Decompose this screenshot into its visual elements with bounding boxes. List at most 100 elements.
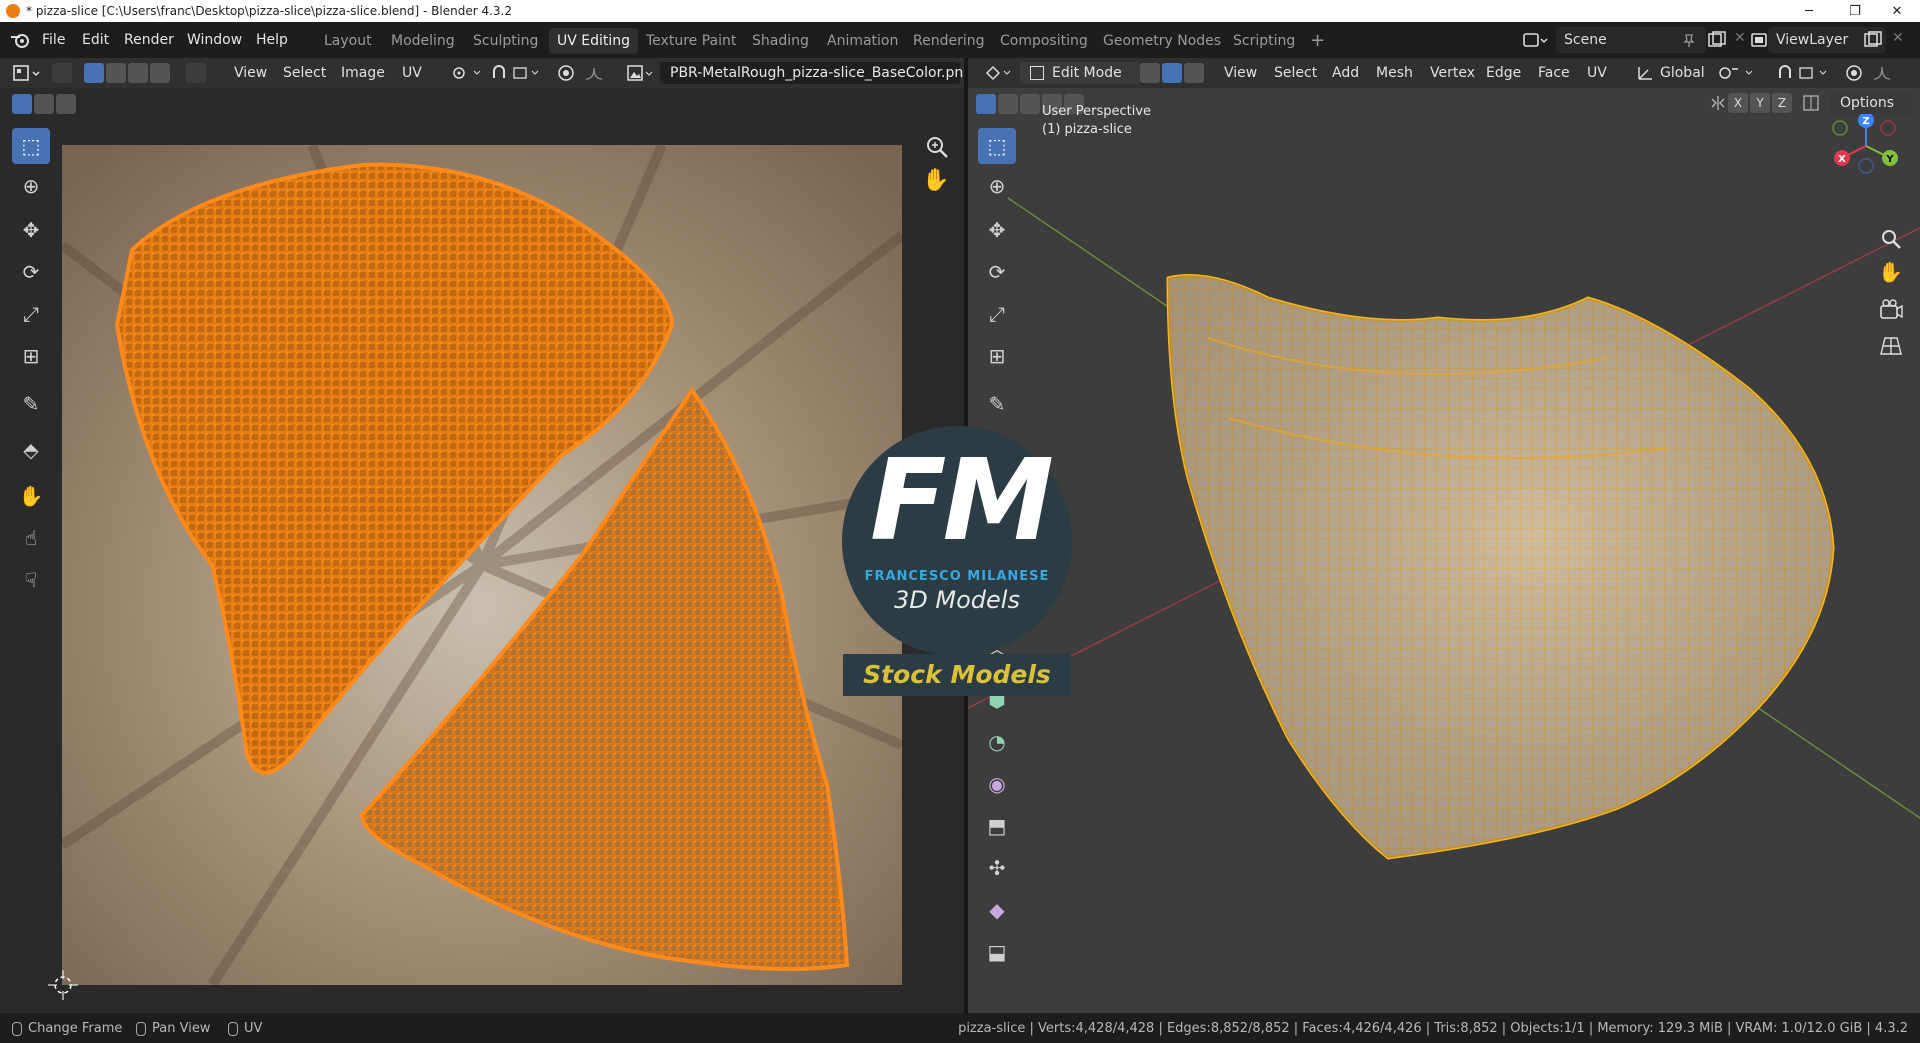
zoom-icon[interactable] — [922, 132, 952, 162]
maximize-button[interactable]: ❐ — [1832, 0, 1878, 22]
viewport-pan-icon[interactable]: ✋ — [1878, 260, 1903, 284]
mirror-y-toggle[interactable]: Y — [1750, 93, 1770, 113]
viewport-menu-add[interactable]: Add — [1332, 58, 1359, 88]
viewport-snap-icon[interactable] — [1776, 64, 1836, 82]
tab-uv-editing[interactable]: UV Editing — [549, 28, 639, 54]
options-dropdown[interactable]: Options — [1830, 92, 1912, 114]
tab-compositing[interactable]: Compositing — [992, 28, 1096, 54]
mode-dropdown[interactable]: Edit Mode — [1020, 62, 1140, 84]
uv-menu-image[interactable]: Image — [341, 58, 385, 88]
face-select-button[interactable] — [1184, 63, 1204, 83]
falloff-icon[interactable] — [584, 64, 618, 82]
tab-layout[interactable]: Layout — [316, 28, 380, 54]
new-view-layer-icon[interactable] — [1862, 31, 1884, 49]
viewport-cursor-tool[interactable]: ⊕ — [978, 168, 1016, 204]
viewport-rotate-tool[interactable]: ⟳ — [978, 254, 1016, 290]
select-mode-edge[interactable] — [106, 63, 126, 83]
box-select-subtract-mode[interactable] — [56, 94, 76, 114]
delete-scene-icon[interactable]: ✕ — [1734, 30, 1746, 46]
smooth-tool[interactable]: ⬓ — [978, 934, 1016, 970]
uv-menu-view[interactable]: View — [234, 58, 267, 88]
tab-scripting[interactable]: Scripting — [1225, 28, 1303, 54]
rip-tool[interactable]: ⬘ — [12, 432, 50, 468]
transform-orientation-icon[interactable] — [1636, 64, 1656, 82]
mirror-x-toggle[interactable]: X — [1728, 93, 1748, 113]
tab-texture-paint[interactable]: Texture Paint — [638, 28, 744, 54]
2d-cursor-icon[interactable] — [46, 968, 80, 1002]
box-select-extend-mode[interactable] — [34, 94, 54, 114]
annotate-tool[interactable]: ✎ — [12, 386, 50, 422]
viewport-menu-mesh[interactable]: Mesh — [1376, 58, 1413, 88]
knife-tool[interactable]: ⬒ — [978, 808, 1016, 844]
loop-cut-tool[interactable]: ◉ — [978, 766, 1016, 802]
proportional-falloff-icon[interactable] — [1872, 63, 1912, 83]
image-name-field[interactable]: PBR-MetalRough_pizza-slice_BaseColor.png — [660, 62, 972, 84]
poly-build-tool[interactable]: ✣ — [978, 850, 1016, 886]
blender-menu-icon[interactable] — [10, 32, 30, 48]
tab-modeling[interactable]: Modeling — [383, 28, 463, 54]
edge-select-button[interactable] — [1162, 63, 1182, 83]
sticky-selection-dropdown[interactable] — [186, 63, 206, 83]
relax-tool[interactable]: ☝ — [12, 520, 50, 556]
tab-geometry-nodes[interactable]: Geometry Nodes — [1095, 28, 1229, 54]
select-mode-face[interactable] — [128, 63, 148, 83]
viewport-select-new[interactable] — [976, 94, 996, 114]
menu-file[interactable]: File — [42, 22, 65, 58]
viewport-editor-type-icon[interactable] — [984, 63, 1012, 83]
viewport-menu-face[interactable]: Face — [1538, 58, 1570, 88]
mirror-z-toggle[interactable]: Z — [1772, 93, 1792, 113]
uv-image-canvas[interactable] — [62, 145, 902, 985]
bevel-tool[interactable]: ◔ — [978, 724, 1016, 760]
camera-view-icon[interactable] — [1878, 298, 1904, 322]
new-scene-icon[interactable] — [1706, 31, 1728, 49]
menu-render[interactable]: Render — [124, 22, 174, 58]
vertex-select-button[interactable] — [1140, 63, 1160, 83]
ortho-toggle-icon[interactable] — [1878, 334, 1904, 358]
mirror-icon[interactable] — [1710, 95, 1726, 111]
select-mode-vertex[interactable] — [84, 63, 104, 83]
navigation-gizmo[interactable]: Z Y X — [1824, 114, 1910, 178]
add-workspace-button[interactable]: + — [1302, 28, 1333, 54]
viewport-zoom-icon[interactable] — [1878, 226, 1904, 252]
pinch-tool[interactable]: ☟ — [12, 562, 50, 598]
viewport-menu-view[interactable]: View — [1224, 58, 1257, 88]
proportional-edit-icon[interactable] — [1844, 63, 1864, 83]
tab-shading[interactable]: Shading — [744, 28, 817, 54]
viewport-transform-tool[interactable]: ⊞ — [978, 338, 1016, 374]
uv-menu-select[interactable]: Select — [283, 58, 326, 88]
menu-help[interactable]: Help — [256, 22, 288, 58]
pivot-point-icon[interactable] — [450, 64, 484, 82]
orientation-label[interactable]: Global — [1660, 58, 1705, 88]
tab-animation[interactable]: Animation — [819, 28, 906, 54]
select-box-tool[interactable]: ⬚ — [12, 128, 50, 164]
move-tool[interactable]: ✥ — [12, 212, 50, 248]
pan-hand-icon[interactable]: ✋ — [922, 168, 949, 193]
menu-window[interactable]: Window — [187, 22, 242, 58]
viewport-move-tool[interactable]: ✥ — [978, 212, 1016, 248]
scene-selector-icon[interactable] — [1522, 31, 1548, 49]
topology-mirror-icon[interactable] — [1802, 94, 1820, 112]
box-select-new-mode[interactable] — [12, 94, 32, 114]
proportional-editing-icon[interactable] — [556, 64, 576, 82]
uv-menu-uv[interactable]: UV — [402, 58, 422, 88]
rotate-tool[interactable]: ⟳ — [12, 254, 50, 290]
tab-sculpting[interactable]: Sculpting — [465, 28, 546, 54]
viewport-menu-vertex[interactable]: Vertex — [1430, 58, 1475, 88]
viewport-menu-uv[interactable]: UV — [1587, 58, 1607, 88]
snap-icon[interactable] — [490, 64, 544, 82]
tab-rendering[interactable]: Rendering — [905, 28, 993, 54]
grab-tool[interactable]: ✋ — [12, 478, 50, 514]
spin-tool[interactable]: ◆ — [978, 892, 1016, 928]
cursor-tool[interactable]: ⊕ — [12, 168, 50, 204]
viewport-select-subtract[interactable] — [1020, 94, 1040, 114]
transform-tool[interactable]: ⊞ — [12, 338, 50, 374]
viewport-scale-tool[interactable]: ⤢ — [978, 296, 1016, 332]
viewport-annotate-tool[interactable]: ✎ — [978, 386, 1016, 422]
viewport-menu-edge[interactable]: Edge — [1486, 58, 1521, 88]
editor-type-icon[interactable] — [12, 63, 42, 83]
minimize-button[interactable]: ─ — [1786, 0, 1832, 22]
menu-edit[interactable]: Edit — [82, 22, 109, 58]
delete-view-layer-icon[interactable]: ✕ — [1892, 30, 1904, 46]
viewport-select-extend[interactable] — [998, 94, 1018, 114]
viewport-scene[interactable] — [968, 118, 1920, 1013]
